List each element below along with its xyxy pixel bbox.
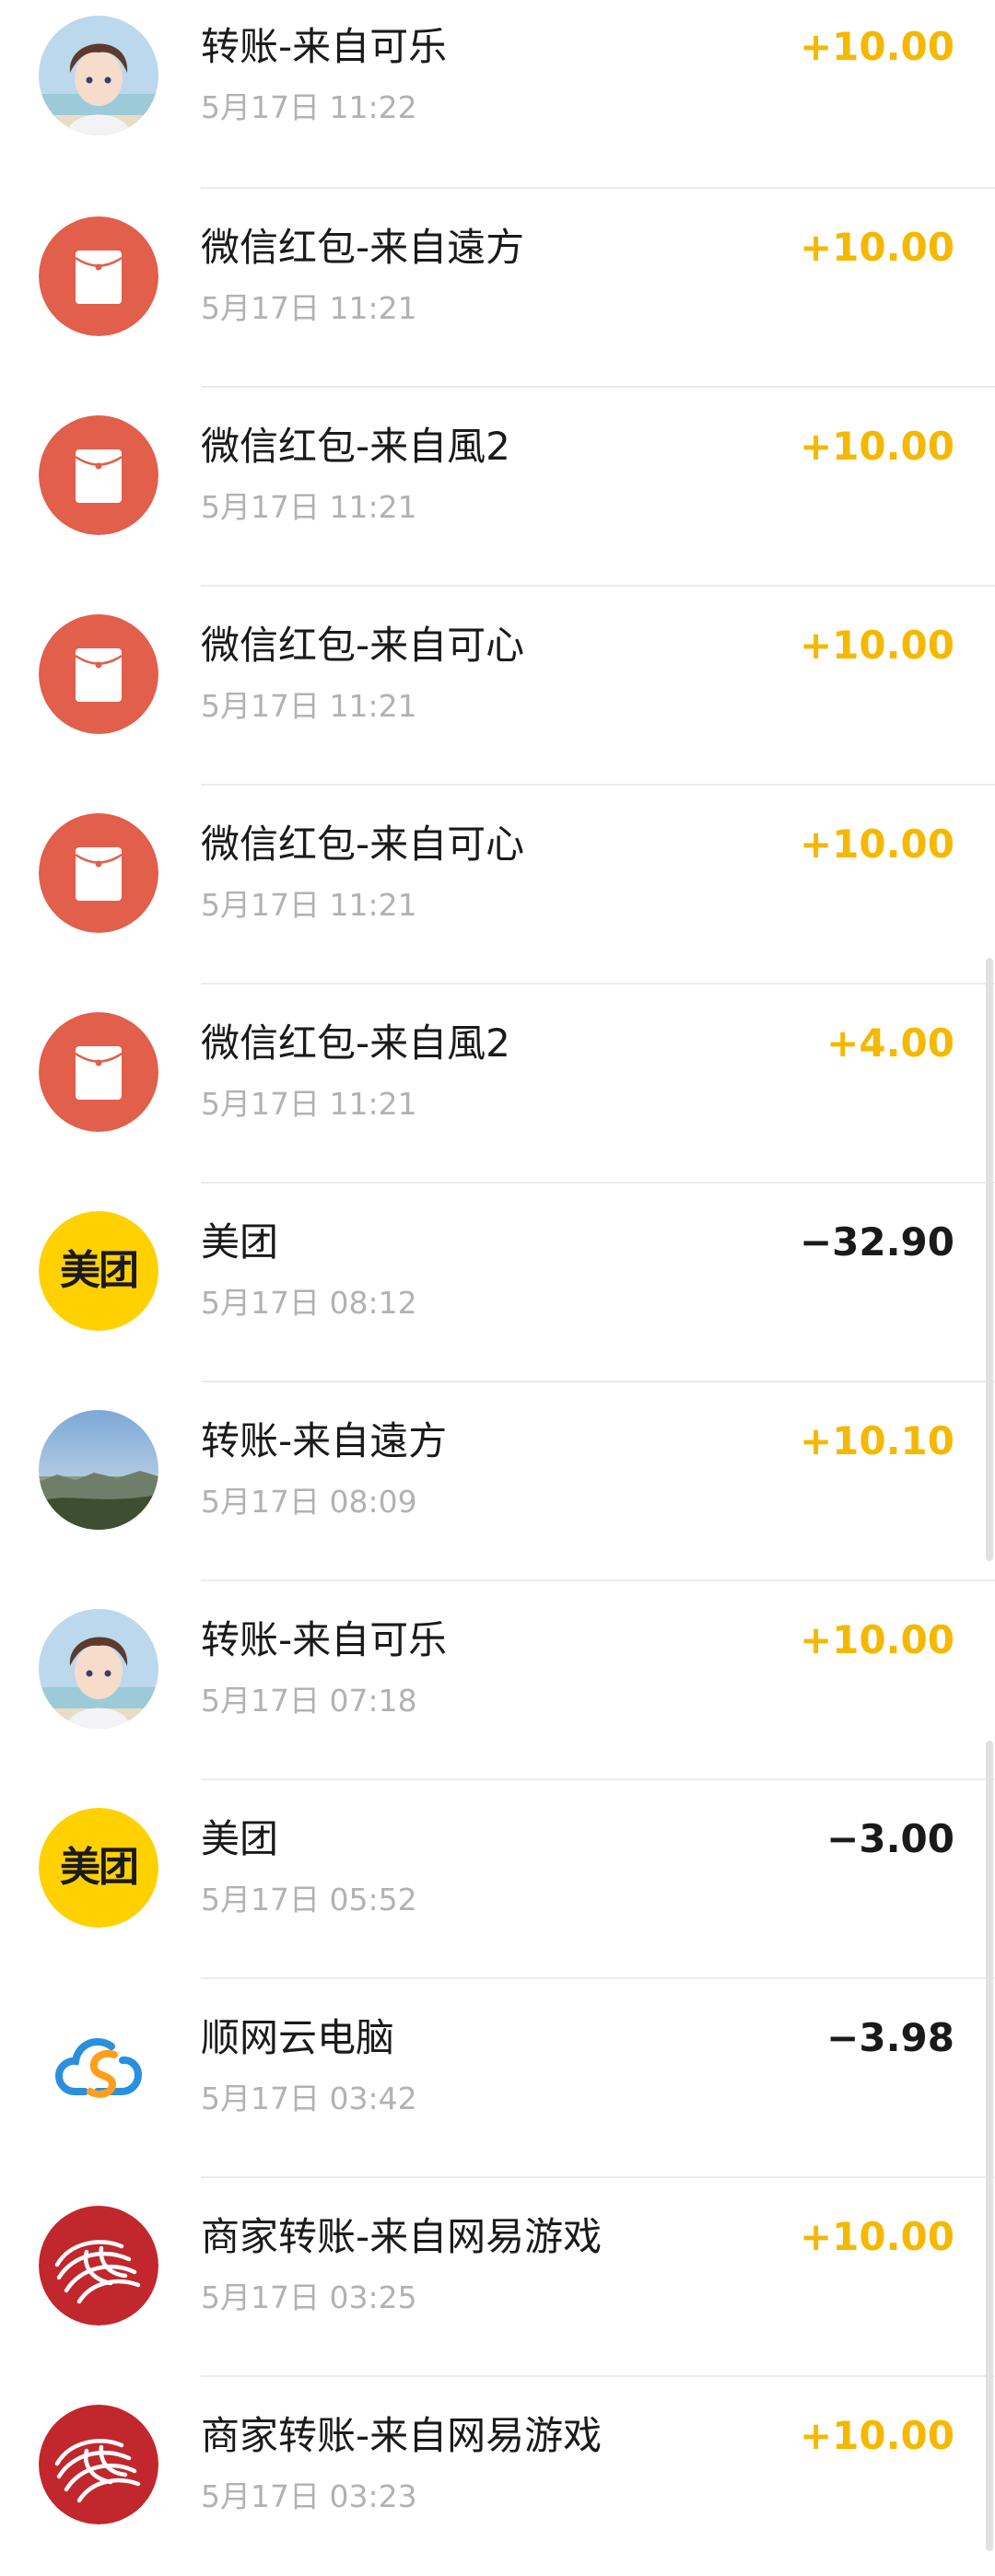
netease-logo-icon	[39, 2405, 158, 2524]
transaction-title: 商家转账-来自网易游戏	[201, 2413, 603, 2458]
transaction-time: 5月17日 11:22	[201, 89, 417, 125]
transaction-amount: +10.00	[799, 623, 954, 668]
transaction-title: 微信红包-来自可心	[201, 623, 525, 668]
transaction-time: 5月17日 05:52	[201, 1882, 417, 1917]
transaction-row[interactable]: 商家转账-来自网易游戏 5月17日 03:25 +10.00	[0, 2178, 995, 2377]
transaction-title: 转账-来自可乐	[201, 1617, 448, 1662]
cloud-logo-icon	[39, 2007, 158, 2127]
transaction-amount: +4.00	[826, 1020, 954, 1066]
transaction-time: 5月17日 11:21	[201, 489, 417, 525]
transaction-title: 微信红包-来自遠方	[201, 225, 525, 270]
transaction-amount: +10.10	[799, 1418, 954, 1463]
red-packet-icon	[39, 1012, 158, 1132]
transaction-row[interactable]: 顺网云电脑 5月17日 03:42 −3.98	[0, 1979, 995, 2178]
transaction-row[interactable]: 转账-来自可乐 5月17日 11:22 +10.00	[0, 0, 995, 189]
red-packet-icon	[39, 415, 158, 535]
logo-text: 美团	[60, 1247, 139, 1294]
transaction-row[interactable]: 美团 美团 5月17日 05:52 −3.00	[0, 1780, 995, 1979]
transaction-row[interactable]: 微信红包-来自可心 5月17日 11:21 +10.00	[0, 786, 995, 985]
meituan-logo-icon: 美团	[39, 1211, 158, 1331]
red-packet-icon	[39, 614, 158, 734]
transaction-amount: −32.90	[799, 1219, 954, 1265]
transaction-amount: +10.00	[799, 1617, 954, 1662]
transaction-amount: −3.98	[826, 2015, 954, 2060]
transaction-title: 转账-来自遠方	[201, 1418, 448, 1463]
transaction-row[interactable]: 微信红包-来自可心 5月17日 11:21 +10.00	[0, 587, 995, 786]
transaction-title: 微信红包-来自風2	[201, 1020, 510, 1066]
transaction-time: 5月17日 11:21	[201, 1086, 417, 1122]
transaction-title: 商家转账-来自网易游戏	[201, 2214, 603, 2259]
scrollbar-segment[interactable]	[986, 958, 993, 1561]
scrollbar-segment[interactable]	[986, 1741, 993, 2551]
transaction-title: 微信红包-来自可心	[201, 822, 525, 867]
transaction-list: 转账-来自可乐 5月17日 11:22 +10.00 微信红包-来自遠方 5月17日 1…	[0, 0, 995, 2576]
transaction-row[interactable]: 转账-来自遠方 5月17日 08:09 +10.10	[0, 1382, 995, 1581]
transaction-time: 5月17日 08:09	[201, 1484, 417, 1520]
transaction-time: 5月17日 08:12	[201, 1285, 417, 1321]
transaction-row[interactable]: 转账-来自可乐 5月17日 07:18 +10.00	[0, 1581, 995, 1780]
transaction-title: 美团	[201, 1219, 279, 1265]
transaction-amount: +10.00	[799, 24, 954, 69]
transaction-amount: +10.00	[799, 2413, 954, 2458]
avatar-boy-icon	[39, 1609, 158, 1729]
transaction-title: 顺网云电脑	[201, 2015, 395, 2060]
transaction-time: 5月17日 11:21	[201, 688, 417, 724]
transaction-time: 5月17日 03:42	[201, 2081, 417, 2116]
red-packet-icon	[39, 216, 158, 336]
transaction-amount: +10.00	[799, 424, 954, 469]
transaction-amount: +10.00	[799, 2214, 954, 2259]
transaction-title: 微信红包-来自風2	[201, 424, 510, 469]
transaction-amount: +10.00	[799, 822, 954, 867]
avatar-boy-icon	[39, 16, 158, 135]
transaction-time: 5月17日 11:21	[201, 290, 417, 326]
transaction-time: 5月17日 11:21	[201, 887, 417, 923]
transaction-row[interactable]: 美团 美团 5月17日 08:12 −32.90	[0, 1183, 995, 1382]
transaction-row[interactable]: 微信红包-来自風2 5月17日 11:21 +10.00	[0, 388, 995, 587]
transaction-title: 美团	[201, 1816, 279, 1861]
netease-logo-icon	[39, 2206, 158, 2325]
transaction-title: 转账-来自可乐	[201, 24, 448, 69]
logo-text: 美团	[60, 1844, 139, 1891]
transaction-time: 5月17日 07:18	[201, 1683, 417, 1719]
transaction-amount: −3.00	[826, 1816, 954, 1861]
transaction-row[interactable]: 商家转账-来自网易游戏 5月17日 03:23 +10.00	[0, 2377, 995, 2576]
transaction-row[interactable]: 微信红包-来自風2 5月17日 11:21 +4.00	[0, 985, 995, 1183]
red-packet-icon	[39, 813, 158, 933]
avatar-landscape-icon	[39, 1410, 158, 1530]
transaction-amount: +10.00	[799, 225, 954, 270]
transaction-time: 5月17日 03:23	[201, 2478, 417, 2514]
transaction-row[interactable]: 微信红包-来自遠方 5月17日 11:21 +10.00	[0, 189, 995, 388]
meituan-logo-icon: 美团	[39, 1808, 158, 1928]
transaction-time: 5月17日 03:25	[201, 2279, 417, 2315]
